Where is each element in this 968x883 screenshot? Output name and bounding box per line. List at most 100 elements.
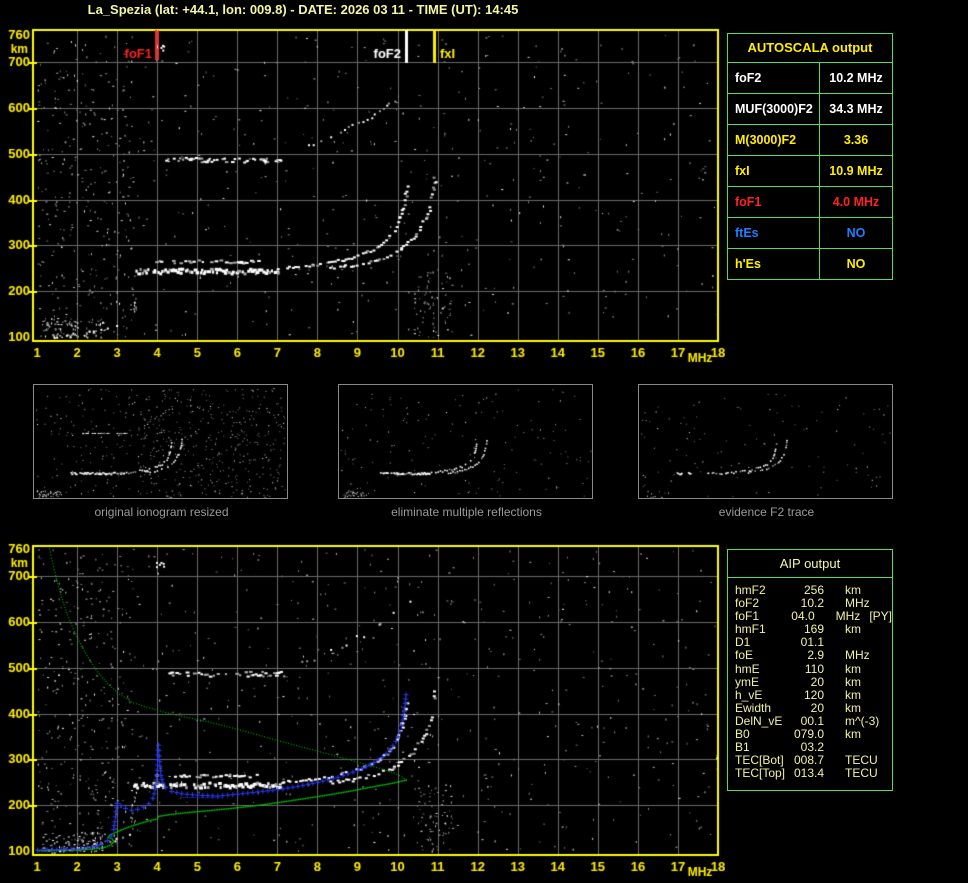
aip-row: h_vE120 km <box>735 688 892 701</box>
parameter-label: Ewidth <box>735 701 791 714</box>
bottom-ionogram-canvas <box>0 540 725 883</box>
parameter-value: 34.3 MHz <box>820 94 892 124</box>
thumbnail-original-canvas <box>34 385 287 498</box>
parameter-value: 00.1 <box>791 714 824 727</box>
parameter-unit: TECU <box>845 753 878 766</box>
parameter-label: TEC[Top] <box>735 766 791 779</box>
parameter-value: 01.1 <box>791 635 824 648</box>
thumbnail-no-multiples <box>338 384 593 499</box>
parameter-unit: m^(-3) <box>845 714 879 727</box>
top-ionogram-plot <box>0 25 725 375</box>
thumbnail-original <box>33 384 288 499</box>
aip-row: hmF1169 km <box>735 622 892 635</box>
parameter-value: 2.9 <box>791 648 824 661</box>
aip-row: foF104.0 MHz [PY] <box>735 609 892 622</box>
parameter-value: 3.36 <box>820 125 892 155</box>
parameter-label: fxI <box>728 156 820 186</box>
aip-row: TEC[Top]013.4 TECU <box>735 766 892 779</box>
parameter-label: hmF1 <box>735 622 791 635</box>
autoscala-row: M(3000)F23.36 <box>728 125 892 156</box>
parameter-unit: MHz <box>836 609 861 622</box>
aip-row: foF210.2 MHz <box>735 596 892 609</box>
aip-row: hmF2256 km <box>735 583 892 596</box>
parameter-label: TEC[Bot] <box>735 753 791 766</box>
parameter-label: D1 <box>735 635 791 648</box>
parameter-note: [PY] <box>869 609 892 622</box>
aip-row: Ewidth20 km <box>735 701 892 714</box>
parameter-value: 03.2 <box>791 740 824 753</box>
aip-output-table: AIP output hmF2256 km foF210.2 MHz foF104.0 M… <box>727 549 893 791</box>
aip-row: B103.2 <box>735 740 892 753</box>
parameter-unit: km <box>845 727 861 740</box>
thumbnail-caption: original ionogram resized <box>33 505 290 519</box>
parameter-value: 04.0 <box>785 609 815 622</box>
parameter-value: NO <box>820 249 892 279</box>
parameter-value: 20 <box>791 675 824 688</box>
parameter-unit: km <box>845 583 861 596</box>
parameter-value: NO <box>820 218 892 248</box>
aip-row: hmE110 km <box>735 662 892 675</box>
aip-rows: hmF2256kmfoF210.2MHzfoF104.0MHz[PY]hmF11… <box>728 578 892 779</box>
parameter-unit: TECU <box>845 766 878 779</box>
parameter-label: B0 <box>735 727 791 740</box>
parameter-unit: km <box>845 701 861 714</box>
parameter-label: DelN_vE <box>735 714 791 727</box>
autoscala-row: foF210.2 MHz <box>728 63 892 94</box>
parameter-unit: MHz <box>845 648 870 661</box>
parameter-label: foF2 <box>735 596 791 609</box>
thumbnail-caption: eliminate multiple reflections <box>338 505 595 519</box>
thumbnail-f2-trace-canvas <box>639 385 892 498</box>
parameter-value: 256 <box>791 583 824 596</box>
autoscala-row: foF14.0 MHz <box>728 187 892 218</box>
aip-table-title: AIP output <box>728 550 892 578</box>
aip-row: DelN_vE00.1 m^(-3) <box>735 714 892 727</box>
parameter-unit: km <box>845 622 861 635</box>
parameter-unit: km <box>845 675 861 688</box>
parameter-value: 079.0 <box>791 727 824 740</box>
parameter-label: hmF2 <box>735 583 791 596</box>
parameter-label: h'Es <box>728 249 820 279</box>
parameter-value: 20 <box>791 701 824 714</box>
autoscala-window: La_Spezia (lat: +44.1, lon: 009.8) - DAT… <box>0 0 968 883</box>
aip-row: B0079.0 km <box>735 727 892 740</box>
autoscala-rows: foF210.2 MHzMUF(3000)F234.3 MHzM(3000)F2… <box>728 63 892 279</box>
parameter-label: h_vE <box>735 688 791 701</box>
parameter-label: B1 <box>735 740 791 753</box>
autoscala-row: ftEsNO <box>728 218 892 249</box>
parameter-value: 10.9 MHz <box>820 156 892 186</box>
thumbnail-f2-trace <box>638 384 893 499</box>
parameter-label: hmE <box>735 662 791 675</box>
parameter-value: 4.0 MHz <box>820 187 892 217</box>
aip-row: foE2.9 MHz <box>735 648 892 661</box>
parameter-unit: MHz <box>845 596 870 609</box>
parameter-label: foF1 <box>735 609 785 622</box>
aip-row: ymE20 km <box>735 675 892 688</box>
parameter-label: MUF(3000)F2 <box>728 94 820 124</box>
parameter-value: 008.7 <box>791 753 824 766</box>
bottom-ionogram-plot <box>0 540 725 883</box>
parameter-value: 10.2 MHz <box>820 63 892 93</box>
aip-row: D101.1 <box>735 635 892 648</box>
parameter-value: 10.2 <box>791 596 824 609</box>
aip-row: TEC[Bot]008.7 TECU <box>735 753 892 766</box>
parameter-value: 110 <box>791 662 824 675</box>
parameter-label: foF2 <box>728 63 820 93</box>
page-title: La_Spezia (lat: +44.1, lon: 009.8) - DAT… <box>0 2 606 17</box>
parameter-unit: km <box>845 662 861 675</box>
autoscala-row: h'EsNO <box>728 249 892 279</box>
parameter-unit: km <box>845 688 861 701</box>
parameter-label: foE <box>735 648 791 661</box>
autoscala-row: MUF(3000)F234.3 MHz <box>728 94 892 125</box>
parameter-label: ftEs <box>728 218 820 248</box>
parameter-value: 013.4 <box>791 766 824 779</box>
parameter-value: 169 <box>791 622 824 635</box>
autoscala-output-table: AUTOSCALA output foF210.2 MHzMUF(3000)F2… <box>727 33 893 280</box>
top-ionogram-canvas <box>0 25 725 375</box>
parameter-value: 120 <box>791 688 824 701</box>
parameter-label: M(3000)F2 <box>728 125 820 155</box>
thumbnail-caption: evidence F2 trace <box>638 505 895 519</box>
parameter-label: ymE <box>735 675 791 688</box>
autoscala-row: fxI10.9 MHz <box>728 156 892 187</box>
thumbnail-no-multiples-canvas <box>339 385 592 498</box>
parameter-label: foF1 <box>728 187 820 217</box>
